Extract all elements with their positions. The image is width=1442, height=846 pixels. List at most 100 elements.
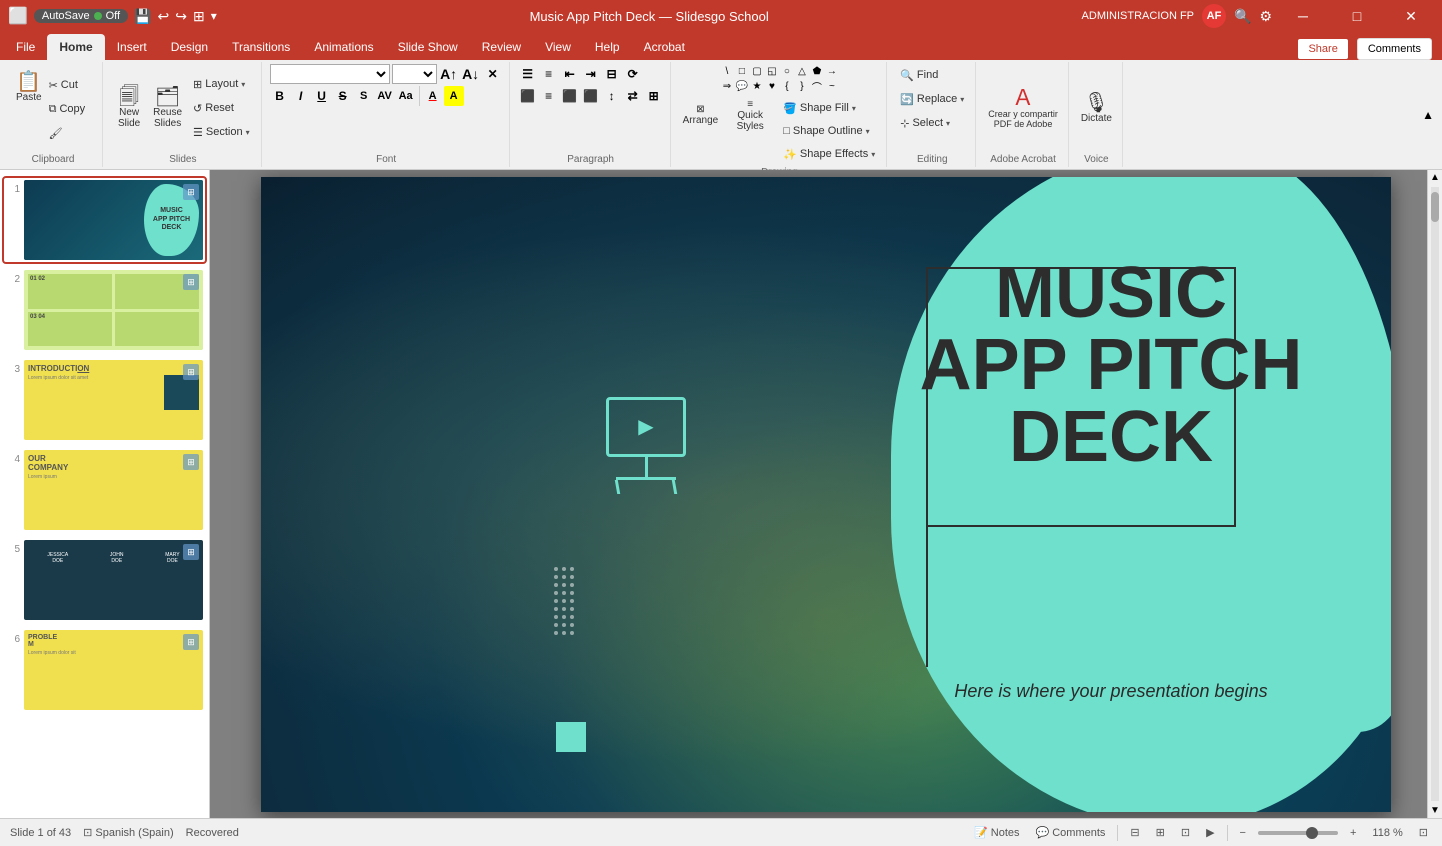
slide-thumb-3[interactable]: 3 INTRODUCTION Lorem ipsum dolor sit ame…	[4, 358, 205, 442]
tab-help[interactable]: Help	[583, 34, 632, 60]
slideshow-button[interactable]: ▶	[1202, 824, 1218, 841]
shape-fill-button[interactable]: 🪣 Shape Fill ▾	[778, 97, 880, 119]
minimize-button[interactable]: ─	[1280, 0, 1326, 32]
create-pdf-button[interactable]: Ａ Crear y compartir PDF de Adobe	[984, 82, 1062, 134]
font-shrink-button[interactable]: A↓	[461, 64, 481, 84]
tab-review[interactable]: Review	[470, 34, 533, 60]
strikethrough-button[interactable]: S	[333, 86, 353, 106]
shape-more[interactable]: ⬟	[810, 64, 824, 78]
settings-icon[interactable]: ⚙	[1259, 8, 1272, 25]
italic-button[interactable]: I	[291, 86, 311, 106]
zoom-thumb[interactable]	[1306, 827, 1318, 839]
format-painter-button[interactable]: 🖌	[44, 122, 91, 144]
search-ribbon-icon[interactable]: 🔍	[1234, 8, 1251, 25]
slide-sorter-button[interactable]: ⊞	[1152, 824, 1169, 841]
scroll-down-button[interactable]: ▼	[1428, 803, 1442, 818]
align-right-button[interactable]: ⬛	[560, 86, 580, 106]
tab-transitions[interactable]: Transitions	[220, 34, 302, 60]
comments-statusbar-button[interactable]: 💬 Comments	[1032, 824, 1110, 841]
shape-arrow[interactable]: →	[825, 64, 839, 78]
notes-button[interactable]: 📝 Notes	[970, 824, 1023, 841]
slide-subtitle-block[interactable]: Here is where your presentation begins	[871, 681, 1351, 702]
paste-button[interactable]: 📋 Paste ✂ Cut ⧉ Copy 🖌	[10, 68, 96, 148]
shape-brace[interactable]: {	[780, 79, 794, 93]
reading-view-button[interactable]: ⊡	[1177, 824, 1194, 841]
tab-home[interactable]: Home	[47, 34, 104, 60]
section-button[interactable]: ☰ Section ▾	[188, 121, 255, 143]
zoom-level[interactable]: 118 %	[1368, 825, 1406, 841]
tab-acrobat[interactable]: Acrobat	[632, 34, 697, 60]
line-spacing-button[interactable]: ↕	[602, 86, 622, 106]
shadow-button[interactable]: S	[354, 86, 374, 106]
reset-button[interactable]: ↺ Reset	[188, 97, 255, 119]
dictate-button[interactable]: 🎙 Dictate	[1077, 82, 1116, 134]
slide-panel[interactable]: 1 MUSICAPP PITCHDECK ⊞ 2 01 02 03 04	[0, 170, 210, 818]
shape-heart[interactable]: ♥	[765, 79, 779, 93]
ribbon-collapse[interactable]: ▲	[1418, 62, 1438, 167]
save-icon[interactable]: 💾	[134, 8, 151, 25]
smartart-button[interactable]: ⊞	[644, 86, 664, 106]
scroll-thumb[interactable]	[1431, 192, 1439, 222]
quick-styles-button[interactable]: ≡ Quick Styles	[725, 97, 775, 133]
shape-outline-button[interactable]: □ Shape Outline ▾	[778, 120, 880, 142]
decrease-indent-button[interactable]: ⇤	[560, 64, 580, 84]
reuse-slides-button[interactable]: 🗂 Reuse Slides	[149, 82, 186, 134]
slide-thumb-4[interactable]: 4 OURCOMPANY Lorem ipsum ⊞	[4, 448, 205, 532]
customize-icon[interactable]: ⊞	[193, 8, 205, 25]
font-size-select[interactable]	[392, 64, 437, 84]
find-button[interactable]: 🔍 Find	[895, 64, 943, 86]
zoom-slider[interactable]	[1258, 831, 1338, 835]
shape-rounded[interactable]: ▢	[750, 64, 764, 78]
tab-slideshow[interactable]: Slide Show	[386, 34, 470, 60]
user-avatar[interactable]: AF	[1202, 4, 1226, 28]
font-color-button[interactable]: A	[423, 86, 443, 106]
shape-line[interactable]: \	[720, 64, 734, 78]
clear-format-button[interactable]: ✕	[483, 64, 503, 84]
tab-view[interactable]: View	[533, 34, 583, 60]
numbering-button[interactable]: ≡	[539, 64, 559, 84]
zoom-in-button[interactable]: +	[1346, 825, 1360, 841]
shape-star[interactable]: ★	[750, 79, 764, 93]
underline-button[interactable]: U	[312, 86, 332, 106]
shape-circle[interactable]: ○	[780, 64, 794, 78]
align-center-button[interactable]: ≡	[539, 86, 559, 106]
font-family-select[interactable]	[270, 64, 390, 84]
select-button[interactable]: ⊹ Select ▾	[895, 112, 955, 134]
shape-rect[interactable]: □	[735, 64, 749, 78]
scroll-up-button[interactable]: ▲	[1428, 170, 1442, 185]
justify-button[interactable]: ⬛	[581, 86, 601, 106]
text-direction-button[interactable]: ⟳	[623, 64, 643, 84]
copy-button[interactable]: ⧉ Copy	[44, 98, 91, 120]
layout-button[interactable]: ⊞ Layout ▾	[188, 73, 255, 95]
tab-insert[interactable]: Insert	[105, 34, 159, 60]
shape-wave[interactable]: ~	[825, 79, 839, 93]
text-case-button[interactable]: Aa	[396, 86, 416, 106]
slide-thumb-1[interactable]: 1 MUSICAPP PITCHDECK ⊞	[4, 178, 205, 262]
zoom-out-button[interactable]: −	[1236, 825, 1250, 841]
tab-design[interactable]: Design	[159, 34, 220, 60]
char-spacing-button[interactable]: AV	[375, 86, 395, 106]
columns-button[interactable]: ⊟	[602, 64, 622, 84]
align-left-button[interactable]: ⬛	[518, 86, 538, 106]
shape-ribbon[interactable]: ⌒	[810, 79, 824, 93]
slide-thumb-5[interactable]: 5 JESSICADOE JOHNDOE MARYDOE ⊞	[4, 538, 205, 622]
new-slide-button[interactable]: 🗐 New Slide	[111, 82, 147, 134]
tab-animations[interactable]: Animations	[302, 34, 385, 60]
close-button[interactable]: ✕	[1388, 0, 1434, 32]
font-grow-button[interactable]: A↑	[439, 64, 459, 84]
normal-view-button[interactable]: ⊟	[1126, 824, 1143, 841]
tab-file[interactable]: File	[4, 34, 47, 60]
fit-slide-button[interactable]: ⊡	[1415, 824, 1432, 841]
increase-indent-button[interactable]: ⇥	[581, 64, 601, 84]
slide-thumb-2[interactable]: 2 01 02 03 04 ⊞	[4, 268, 205, 352]
undo-icon[interactable]: ↩	[158, 8, 170, 25]
share-button[interactable]: Share	[1297, 38, 1348, 60]
shape-callout[interactable]: 💬	[735, 79, 749, 93]
comments-button[interactable]: Comments	[1357, 38, 1432, 60]
redo-icon[interactable]: ↪	[175, 8, 187, 25]
autosave-badge[interactable]: AutoSave Off	[34, 9, 128, 23]
shape-snip[interactable]: ◱	[765, 64, 779, 78]
replace-button[interactable]: 🔄 Replace ▾	[895, 88, 969, 110]
slide-thumb-6[interactable]: 6 PROBLEM Lorem ipsum dolor sit ⊞	[4, 628, 205, 712]
scroll-track[interactable]	[1431, 187, 1439, 801]
